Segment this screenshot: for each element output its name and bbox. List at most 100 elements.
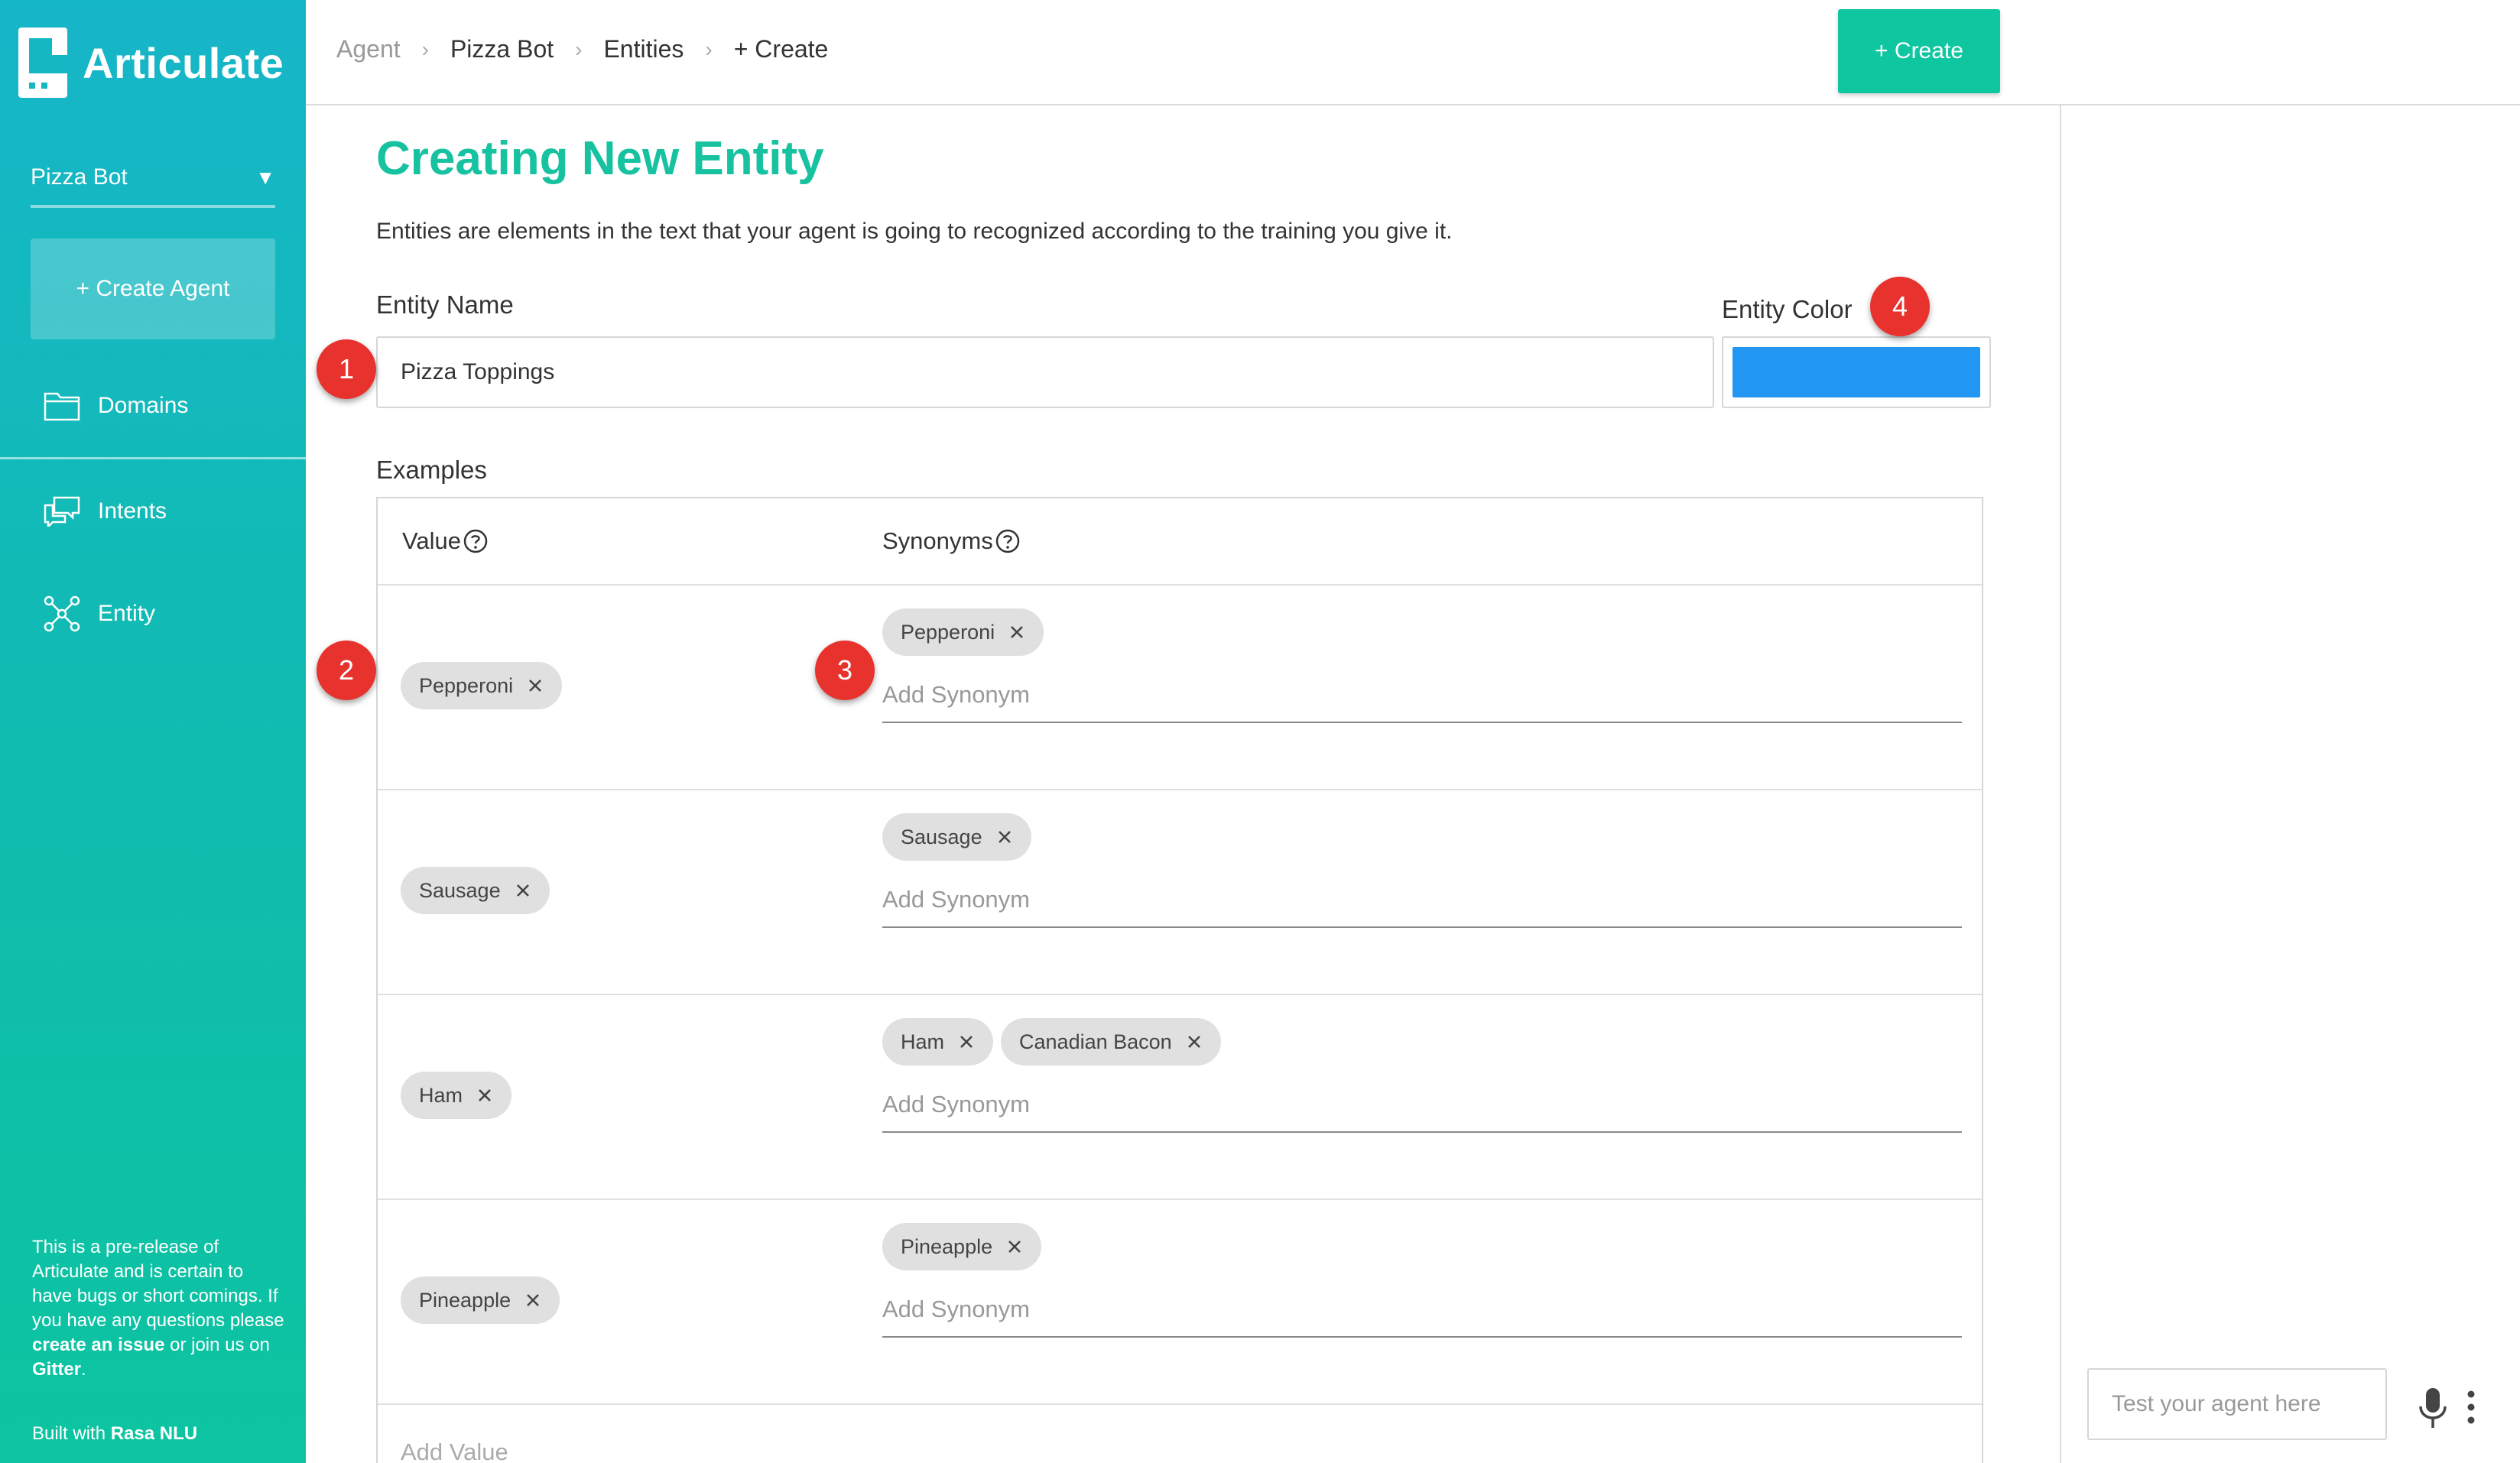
add-synonym-input[interactable]: Add Synonym	[882, 668, 1962, 723]
examples-header: Value Synonyms	[378, 498, 1982, 586]
close-icon[interactable]	[996, 829, 1013, 845]
chevron-right-icon: ›	[421, 37, 429, 61]
synonym-chip[interactable]: Sausage	[882, 813, 1031, 861]
close-icon[interactable]	[1186, 1033, 1203, 1050]
top-bar: Agent › Pizza Bot › Entities › + Create …	[306, 0, 2520, 105]
microphone-icon[interactable]	[2416, 1387, 2450, 1429]
folder-icon	[43, 387, 81, 425]
sidebar: Articulate Pizza Bot ▼ + Create Agent Do…	[0, 0, 306, 1463]
synonym-chip-label: Sausage	[901, 825, 982, 848]
gitter-link[interactable]: Gitter	[32, 1359, 81, 1380]
create-button[interactable]: + Create	[1838, 9, 2000, 93]
close-icon[interactable]	[524, 1292, 541, 1309]
network-nodes-icon	[43, 595, 81, 633]
examples-table: Value Synonyms Pepperoni Pepperoni Add S…	[376, 497, 1983, 1463]
breadcrumb-entities[interactable]: Entities	[603, 35, 684, 63]
synonym-chip-label: Pineapple	[901, 1234, 993, 1258]
synonym-chips: Pineapple	[882, 1223, 1042, 1270]
close-icon[interactable]	[1006, 1238, 1023, 1255]
value-chip-label: Pineapple	[419, 1288, 511, 1312]
create-agent-button[interactable]: + Create Agent	[31, 238, 275, 339]
synonym-chips: Ham Canadian Bacon	[882, 1018, 1221, 1066]
app-name: Articulate	[83, 38, 284, 87]
help-icon[interactable]	[463, 528, 489, 554]
entity-name-input[interactable]: Pizza Toppings	[376, 336, 1714, 408]
synonyms-header-label: Synonyms	[882, 527, 993, 554]
add-synonym-input[interactable]: Add Synonym	[882, 1283, 1962, 1338]
value-chip[interactable]: Sausage	[401, 867, 550, 914]
close-icon[interactable]	[476, 1087, 493, 1104]
sidebar-divider	[0, 457, 306, 459]
sidebar-item-intents[interactable]: Intents	[43, 492, 167, 530]
help-icon[interactable]	[995, 528, 1021, 554]
close-icon[interactable]	[958, 1033, 975, 1050]
create-issue-link[interactable]: create an issue	[32, 1335, 164, 1355]
example-row-sausage: Sausage Sausage Add Synonym	[378, 790, 1982, 995]
close-icon[interactable]	[527, 677, 544, 694]
value-chip[interactable]: Pineapple	[401, 1276, 560, 1324]
built-with: Built with Rasa NLU	[32, 1423, 197, 1445]
callout-marker-4: 4	[1870, 277, 1930, 336]
value-column-header: Value	[402, 527, 489, 555]
synonym-chip[interactable]: Ham	[882, 1018, 994, 1066]
value-chip[interactable]: Pepperoni	[401, 662, 563, 709]
prerelease-note-text: or join us on	[164, 1335, 270, 1355]
caret-down-icon: ▼	[255, 165, 275, 189]
synonym-chips: Sausage	[882, 813, 1031, 861]
value-header-label: Value	[402, 527, 461, 554]
synonym-chip-label: Ham	[901, 1030, 945, 1053]
synonym-chip-label: Canadian Bacon	[1019, 1030, 1172, 1053]
built-with-text: Built with	[32, 1423, 111, 1444]
example-row-pepperoni: Pepperoni Pepperoni Add Synonym	[378, 586, 1982, 790]
value-chip-label: Ham	[419, 1083, 463, 1107]
page-title: Creating New Entity	[376, 132, 824, 185]
synonym-chips: Pepperoni	[882, 608, 1044, 656]
rasa-nlu-link[interactable]: Rasa NLU	[111, 1423, 197, 1444]
sidebar-item-domains[interactable]: Domains	[43, 387, 188, 425]
chevron-right-icon: ›	[575, 37, 583, 61]
callout-marker-1: 1	[317, 339, 376, 399]
breadcrumb-create: + Create	[733, 35, 829, 63]
sidebar-item-label: Intents	[98, 498, 167, 524]
more-vertical-icon[interactable]	[2462, 1388, 2480, 1426]
example-row-ham: Ham Ham Canadian Bacon Add Synonym	[378, 995, 1982, 1200]
entity-color-picker[interactable]	[1722, 336, 1991, 408]
synonym-chip[interactable]: Canadian Bacon	[1001, 1018, 1221, 1066]
value-chip-label: Pepperoni	[419, 673, 514, 697]
synonyms-column-header: Synonyms	[882, 527, 1021, 555]
breadcrumb-agent[interactable]: Agent	[336, 35, 401, 63]
chevron-right-icon: ›	[705, 37, 713, 61]
sidebar-item-label: Domains	[98, 393, 189, 418]
examples-label: Examples	[376, 456, 487, 484]
breadcrumb-pizza-bot[interactable]: Pizza Bot	[450, 35, 554, 63]
synonym-chip[interactable]: Pepperoni	[882, 608, 1044, 656]
close-icon[interactable]	[515, 882, 531, 899]
sidebar-item-entity[interactable]: Entity	[43, 595, 155, 633]
synonym-chip[interactable]: Pineapple	[882, 1223, 1042, 1270]
add-synonym-input[interactable]: Add Synonym	[882, 1078, 1962, 1133]
agent-select[interactable]: Pizza Bot ▼	[31, 150, 275, 208]
sidebar-item-label: Entity	[98, 601, 156, 626]
prerelease-note-text: This is a pre-release of Articulate and …	[32, 1237, 284, 1331]
example-row-pineapple: Pineapple Pineapple Add Synonym	[378, 1200, 1982, 1405]
add-synonym-input[interactable]: Add Synonym	[882, 873, 1962, 928]
breadcrumb: Agent › Pizza Bot › Entities › + Create	[336, 35, 828, 63]
articulate-logo-icon	[18, 28, 67, 98]
callout-marker-3: 3	[815, 641, 875, 700]
prerelease-note-text: .	[81, 1359, 86, 1380]
chat-bubbles-icon	[43, 492, 81, 530]
value-chip-label: Sausage	[419, 878, 501, 902]
test-agent-panel: Test your agent here	[2060, 105, 2520, 1463]
page-description: Entities are elements in the text that y…	[376, 219, 1453, 244]
prerelease-note: This is a pre-release of Articulate and …	[32, 1235, 284, 1382]
add-value-input[interactable]: Add Value	[401, 1439, 508, 1463]
close-icon[interactable]	[1008, 624, 1025, 641]
agent-select-value: Pizza Bot	[31, 164, 128, 190]
callout-marker-2: 2	[317, 641, 376, 700]
value-chip[interactable]: Ham	[401, 1072, 512, 1119]
test-agent-input[interactable]: Test your agent here	[2087, 1368, 2387, 1440]
entity-color-swatch	[1732, 347, 1980, 397]
app-logo[interactable]: Articulate	[18, 28, 284, 98]
entity-color-label: Entity Color	[1722, 295, 1853, 323]
entity-name-label: Entity Name	[376, 290, 514, 319]
